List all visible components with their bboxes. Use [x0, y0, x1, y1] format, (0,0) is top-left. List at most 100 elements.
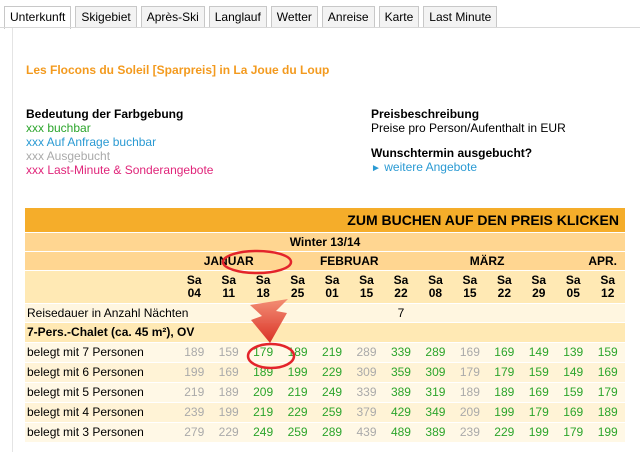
date-column-header: Sa 29: [521, 270, 556, 304]
occupancy-label: belegt mit 5 Personen: [25, 382, 178, 403]
price-cell[interactable]: 179: [556, 422, 591, 443]
price-cell[interactable]: 289: [314, 422, 350, 443]
price-cell[interactable]: 179: [521, 402, 556, 423]
month-januar: JANUAR: [177, 251, 281, 271]
chalet-row: 7-Pers.-Chalet (ca. 45 m²), OV: [25, 322, 625, 343]
price-cell[interactable]: 489: [383, 422, 419, 443]
price-cell[interactable]: 229: [314, 362, 350, 383]
date-column-header: Sa 18: [245, 270, 281, 304]
price-cell-booked: 189: [177, 342, 212, 363]
price-cell[interactable]: 179: [487, 362, 522, 383]
price-cell[interactable]: 389: [383, 382, 419, 403]
price-cell[interactable]: 159: [556, 382, 591, 403]
date-label: 05: [566, 285, 580, 300]
price-cell[interactable]: 309: [418, 362, 453, 383]
price-cell[interactable]: 229: [487, 422, 522, 443]
month-apr: APR.: [556, 251, 625, 271]
date-column-header: Sa 11: [211, 270, 246, 304]
date-label: 18: [256, 285, 270, 300]
occupancy-label: belegt mit 3 Personen: [25, 422, 178, 443]
price-cell[interactable]: 349: [418, 402, 453, 423]
tab-après-ski[interactable]: Après-Ski: [140, 6, 205, 28]
table-row: belegt mit 5 Personen 219 189 209 219 249 339 3…: [25, 382, 625, 403]
price-cell[interactable]: 389: [418, 422, 453, 443]
date-spacer: [25, 270, 178, 304]
price-cell[interactable]: 359: [383, 362, 419, 383]
price-cell[interactable]: 339: [383, 342, 419, 363]
tab-bar: Unterkunft Skigebiet Après-Ski Langlauf Wett…: [4, 6, 501, 29]
price-cell[interactable]: 249: [245, 422, 281, 443]
price-cell[interactable]: 189: [245, 362, 281, 383]
nights-label: Reisedauer in Anzahl Nächten: [25, 303, 384, 323]
price-cell[interactable]: 189: [487, 382, 522, 403]
date-label: 29: [532, 285, 546, 300]
tab-wetter[interactable]: Wetter: [270, 6, 318, 28]
price-cell-booked: 279: [177, 422, 212, 443]
tab-anreise[interactable]: Anreise: [321, 6, 375, 28]
tab-unterkunft[interactable]: Unterkunft: [4, 6, 72, 29]
more-offers-link[interactable]: ► weitere Angebote: [371, 160, 566, 176]
price-cell[interactable]: 219: [314, 342, 350, 363]
price-cell[interactable]: 179: [590, 382, 625, 403]
price-cell-booked: 159: [211, 342, 246, 363]
price-cell[interactable]: 189: [590, 402, 625, 423]
price-cell[interactable]: 209: [245, 382, 281, 403]
tab-langlauf[interactable]: Langlauf: [208, 6, 267, 28]
legend-last-minute: xxx Last-Minute & Sonderangebote: [26, 163, 214, 177]
nights-row: Reisedauer in Anzahl Nächten 7: [25, 303, 625, 323]
price-cell[interactable]: 199: [590, 422, 625, 443]
price-cell[interactable]: 199: [280, 362, 315, 383]
price-cell[interactable]: 159: [521, 362, 556, 383]
date-label: 04: [187, 285, 201, 300]
price-cell[interactable]: 169: [521, 382, 556, 403]
tab-last-minute[interactable]: Last Minute: [423, 6, 498, 28]
price-cell[interactable]: 429: [383, 402, 419, 423]
price-cell[interactable]: 219: [280, 382, 315, 403]
triangle-right-icon: ►: [371, 163, 381, 174]
tab-karte[interactable]: Karte: [378, 6, 420, 28]
price-cell[interactable]: 169: [590, 362, 625, 383]
date-label: 15: [463, 285, 477, 300]
tab-skigebiet[interactable]: Skigebiet: [75, 6, 137, 28]
month-row: JANUAR FEBRUAR MÄRZ APR.: [25, 251, 625, 271]
weekday-label: Sa: [462, 272, 478, 287]
weekday-label: Sa: [221, 272, 237, 287]
price-cell[interactable]: 259: [280, 422, 315, 443]
date-label: 22: [497, 285, 511, 300]
price-cell-booked: 239: [452, 422, 488, 443]
date-column-header: Sa 15: [452, 270, 488, 304]
price-cell[interactable]: 199: [487, 402, 522, 423]
price-cell[interactable]: 169: [487, 342, 522, 363]
price-cell[interactable]: 149: [521, 342, 556, 363]
price-cell[interactable]: 319: [418, 382, 453, 403]
price-cell[interactable]: 229: [280, 402, 315, 423]
price-cell-booked: 169: [211, 362, 246, 383]
date-label: 11: [222, 285, 236, 300]
price-cell[interactable]: 249: [314, 382, 350, 403]
occupancy-label: belegt mit 7 Personen: [25, 342, 178, 363]
date-column-header: Sa 08: [418, 270, 453, 304]
price-cell[interactable]: 179: [245, 342, 281, 363]
price-cell[interactable]: 169: [556, 402, 591, 423]
price-cell[interactable]: 149: [556, 362, 591, 383]
date-label: 25: [290, 285, 305, 300]
price-cell[interactable]: 199: [521, 422, 556, 443]
date-column-header: Sa 01: [314, 270, 350, 304]
price-cell[interactable]: 159: [590, 342, 625, 363]
price-cell[interactable]: 139: [556, 342, 591, 363]
season-row: Winter 13/14: [25, 232, 625, 252]
weekday-label: Sa: [600, 272, 616, 287]
price-cell[interactable]: 259: [314, 402, 350, 423]
legend-booked-out: xxx Ausgebucht: [26, 149, 111, 163]
weekday-label: Sa: [359, 272, 374, 287]
weekday-label: Sa: [255, 272, 271, 287]
price-cell[interactable]: 219: [245, 402, 281, 423]
price-cell-booked: 209: [452, 402, 488, 423]
price-cell-booked: 439: [349, 422, 384, 443]
alt-heading: Wunschtermin ausgebucht?: [371, 146, 533, 160]
table-row: belegt mit 6 Personen 199 169 189 199 229 309 3…: [25, 362, 625, 383]
price-cell[interactable]: 189: [280, 342, 315, 363]
chalet-label: 7-Pers.-Chalet (ca. 45 m²), OV: [25, 322, 625, 343]
price-cell[interactable]: 289: [418, 342, 453, 363]
more-offers-label[interactable]: weitere Angebote: [384, 160, 477, 174]
